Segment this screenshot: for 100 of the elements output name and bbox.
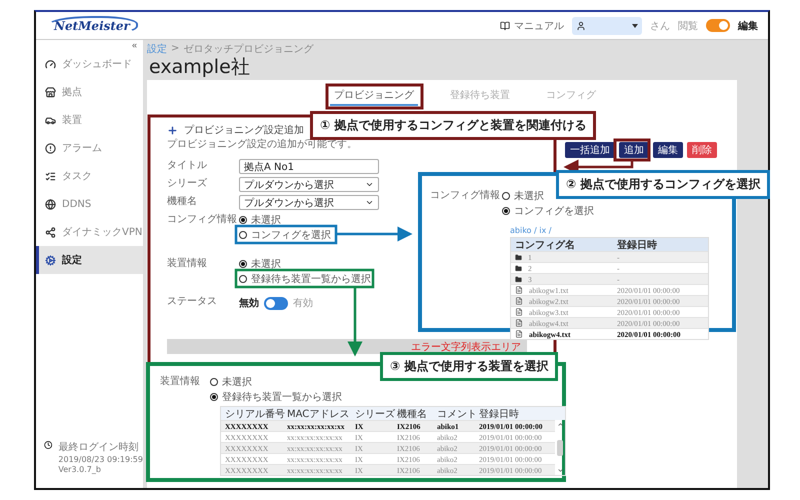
status-toggle[interactable] — [264, 296, 288, 310]
tab[interactable]: 登録待ち装置 — [446, 86, 514, 106]
title-input[interactable]: 拠点A No1 — [239, 159, 379, 174]
book-icon — [500, 20, 510, 30]
manual-link[interactable]: マニュアル — [500, 18, 564, 32]
action-button[interactable]: 編集 — [653, 142, 683, 158]
folder-path-link[interactable]: abiko / ix / — [510, 226, 552, 235]
highlight-frame — [614, 138, 650, 162]
tab[interactable]: コンフィグ — [542, 86, 600, 106]
settings-icon — [45, 254, 56, 266]
mode-label: 編集 — [738, 20, 758, 32]
last-login-label: 最終ログイン時刻 — [58, 440, 140, 454]
breadcrumb-separator: > — [171, 43, 180, 54]
field-label: タイトル — [167, 159, 208, 173]
column-header: シリアル番号 — [224, 408, 283, 420]
radio-option[interactable]: コンフィグを選択 — [239, 227, 331, 242]
dropdown[interactable]: プルダウンから選択 — [239, 177, 379, 192]
sidebar-item[interactable]: ダッシュボード — [36, 50, 143, 78]
alert-icon — [45, 142, 56, 154]
error-text: エラー文字列表示エリア — [411, 340, 521, 354]
folder-icon — [515, 276, 522, 282]
radio-button[interactable] — [210, 392, 218, 400]
file-icon — [515, 319, 523, 327]
radio-button[interactable] — [502, 206, 510, 214]
mode-label: 閲覧 — [678, 20, 698, 32]
globe-icon — [45, 198, 56, 210]
radio-option[interactable]: 未選択 — [239, 212, 281, 227]
field-label: 機種名 — [167, 194, 198, 209]
field-label: シリーズ — [167, 177, 208, 191]
page-title: example社 — [148, 55, 251, 80]
column-header: 登録日時 — [478, 408, 520, 420]
callout-label: ③ 拠点で使用する装置を選択 — [380, 352, 558, 381]
file-icon — [515, 286, 523, 294]
dropdown[interactable]: プルダウンから選択 — [239, 195, 379, 210]
radio-button[interactable] — [239, 230, 247, 238]
sidebar-item[interactable]: 装置 — [36, 106, 143, 134]
logo: NetMeister — [46, 16, 138, 36]
radio-option[interactable]: 未選択 — [502, 188, 544, 203]
callout-label: ① 拠点で使用するコンフィグと装置を関連付ける — [310, 111, 596, 140]
action-button[interactable]: 一括追加 — [565, 142, 615, 158]
tab[interactable]: プロビジョニング — [330, 86, 418, 106]
action-button[interactable]: 追加 — [619, 142, 649, 158]
radio-option[interactable]: 未選択 — [239, 256, 281, 271]
breadcrumb-item: ゼロタッチプロビジョニング — [183, 42, 314, 56]
column-header: MACアドレス — [286, 408, 350, 420]
collapse-button[interactable]: « — [126, 40, 143, 50]
column-header: コメント — [436, 408, 475, 420]
scroll-up-icon[interactable] — [556, 421, 564, 428]
field-label: コンフィグ情報 — [167, 212, 238, 227]
user-icon — [576, 20, 586, 30]
section-heading: プロビジョニング設定追加 — [184, 124, 304, 137]
car-icon — [45, 114, 56, 126]
share-icon — [45, 226, 56, 238]
store-icon — [45, 86, 56, 98]
plus-icon — [167, 124, 178, 136]
field-label: 装置情報 — [160, 374, 201, 389]
sidebar-item[interactable]: 設定 — [36, 246, 143, 274]
action-button[interactable]: 削除 — [687, 142, 717, 158]
sidebar-item[interactable]: DDNS — [36, 190, 143, 218]
sidebar-item[interactable]: アラーム — [36, 134, 143, 162]
column-header: シリーズ — [354, 408, 393, 420]
radio-option[interactable]: 登録待ち装置一覧から選択 — [239, 271, 371, 286]
clock-icon — [44, 440, 52, 450]
sidebar-item[interactable]: ダイナミックVPN — [36, 218, 143, 246]
scroll-down-icon[interactable] — [556, 467, 564, 474]
sidebar-item[interactable]: タスク — [36, 162, 143, 190]
column-header: 登録日時 — [616, 238, 658, 252]
caret-icon — [632, 24, 638, 28]
file-icon — [515, 330, 523, 338]
radio-button[interactable] — [239, 216, 247, 224]
radio-button[interactable] — [239, 274, 247, 282]
radio-option[interactable]: 登録待ち装置一覧から選択 — [210, 389, 342, 404]
sidebar-item[interactable]: 拠点 — [36, 78, 143, 106]
field-label: 装置情報 — [167, 256, 208, 271]
radio-button[interactable] — [502, 192, 510, 200]
callout-arrow — [348, 288, 362, 356]
toggle-label: 無効 — [239, 296, 259, 310]
column-header: コンフィグ名 — [514, 238, 576, 252]
last-login-time: 2019/08/23 09:19:59 — [58, 455, 143, 464]
file-icon — [515, 297, 523, 305]
user-suffix: さん — [650, 20, 670, 32]
breadcrumb-item[interactable]: 設定 — [147, 42, 167, 56]
file-icon — [515, 308, 523, 316]
toggle-label: 有効 — [293, 296, 313, 310]
column-header: 機種名 — [396, 408, 428, 420]
radio-option[interactable]: コンフィグを選択 — [502, 203, 594, 218]
scroll-thumb[interactable] — [557, 440, 563, 456]
radio-button[interactable] — [210, 378, 218, 386]
gauge-icon — [45, 58, 56, 70]
field-label: コンフィグ情報 — [430, 188, 501, 203]
field-label: ステータス — [167, 295, 218, 309]
radio-option[interactable]: 未選択 — [210, 374, 252, 389]
version-text: Ver3.0.7_b — [58, 465, 102, 474]
mode-toggle[interactable] — [706, 19, 730, 32]
checklist-icon — [45, 170, 56, 182]
radio-button[interactable] — [239, 260, 247, 268]
folder-icon — [515, 254, 522, 260]
folder-icon — [515, 264, 522, 272]
user-select[interactable] — [572, 16, 642, 34]
callout-label: ② 拠点で使用するコンフィグを選択 — [556, 170, 770, 199]
